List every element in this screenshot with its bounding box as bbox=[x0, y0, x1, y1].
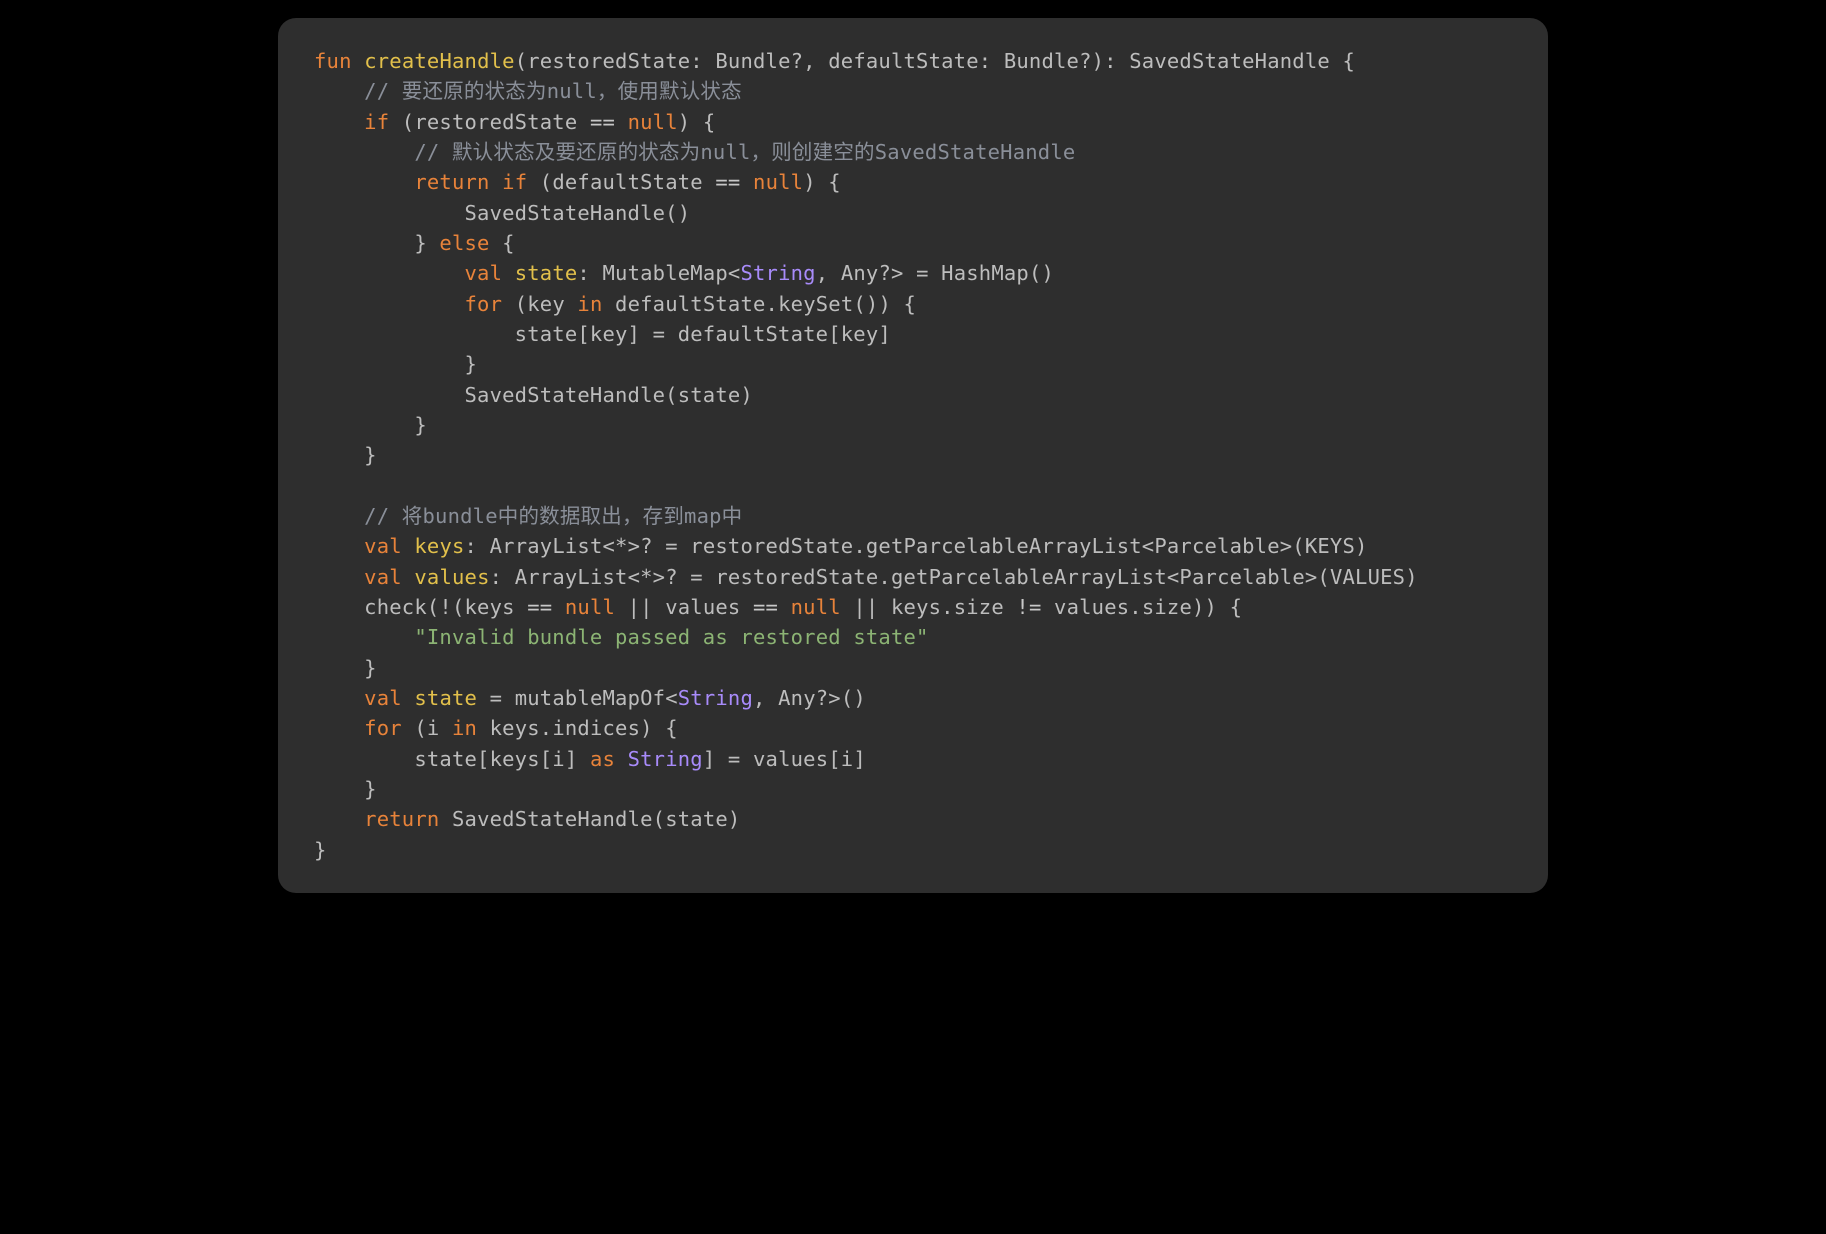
code-token bbox=[615, 110, 628, 134]
code-token: for bbox=[465, 292, 503, 316]
code-token: } bbox=[314, 413, 427, 437]
code-token bbox=[314, 686, 364, 710]
code-token: } bbox=[314, 838, 327, 862]
code-token: val bbox=[364, 565, 402, 589]
code-token bbox=[740, 170, 753, 194]
code-block: fun createHandle(restoredState: Bundle?,… bbox=[278, 18, 1548, 893]
code-token bbox=[490, 170, 503, 194]
code-token bbox=[314, 292, 465, 316]
code-token: = mutableMapOf< bbox=[477, 686, 678, 710]
code-token bbox=[352, 49, 365, 73]
code-token: || values bbox=[615, 595, 753, 619]
code-token: check(!(keys bbox=[314, 595, 527, 619]
code-token: SavedStateHandle(state) bbox=[314, 383, 753, 407]
code-token: == bbox=[753, 595, 778, 619]
code-token: == bbox=[715, 170, 740, 194]
code-token: return bbox=[364, 807, 439, 831]
code-token: values bbox=[414, 565, 489, 589]
code-token bbox=[314, 140, 414, 164]
code-token bbox=[502, 261, 515, 285]
code-token bbox=[314, 625, 414, 649]
code-token bbox=[314, 807, 364, 831]
code-token: , Any?>() bbox=[753, 686, 866, 710]
code-token: keys bbox=[414, 534, 464, 558]
code-token bbox=[402, 686, 415, 710]
code-token: (restoredState: Bundle?, defaultState: B… bbox=[515, 49, 1355, 73]
code-token: val bbox=[364, 534, 402, 558]
code-token: : ArrayList<*>? = restoredState.getParce… bbox=[465, 534, 1368, 558]
code-token: ) { bbox=[803, 170, 841, 194]
code-token: null bbox=[791, 595, 841, 619]
code-token: // 默认状态及要还原的状态为null，则创建空的SavedStateHandl… bbox=[414, 140, 1075, 164]
code-token: val bbox=[364, 686, 402, 710]
code-token bbox=[314, 565, 364, 589]
code-token bbox=[314, 716, 364, 740]
code-token: in bbox=[577, 292, 602, 316]
code-token: else bbox=[439, 231, 489, 255]
code-token: state[keys[i] bbox=[314, 747, 590, 771]
code-token: val bbox=[465, 261, 503, 285]
code-token: for bbox=[364, 716, 402, 740]
code-token bbox=[314, 261, 465, 285]
code-token bbox=[778, 595, 791, 619]
code-token: == bbox=[590, 110, 615, 134]
code-token: String bbox=[740, 261, 815, 285]
code-token: String bbox=[678, 686, 753, 710]
code-token: createHandle bbox=[364, 49, 515, 73]
code-token bbox=[314, 504, 364, 528]
code-token: SavedStateHandle() bbox=[314, 201, 690, 225]
code-token: , Any?> = HashMap() bbox=[816, 261, 1054, 285]
code-token: defaultState.keySet()) { bbox=[603, 292, 917, 316]
code-token: SavedStateHandle(state) bbox=[439, 807, 740, 831]
code-token: : ArrayList<*>? = restoredState.getParce… bbox=[490, 565, 1418, 589]
code-token: state bbox=[515, 261, 578, 285]
code-content: fun createHandle(restoredState: Bundle?,… bbox=[314, 49, 1418, 862]
code-token: : MutableMap< bbox=[577, 261, 740, 285]
code-token: ] = values[i] bbox=[703, 747, 866, 771]
code-token: // 要还原的状态为null，使用默认状态 bbox=[364, 79, 742, 103]
code-token: if bbox=[502, 170, 527, 194]
code-token: null bbox=[753, 170, 803, 194]
code-token: ) { bbox=[678, 110, 716, 134]
code-token bbox=[402, 534, 415, 558]
code-token: state bbox=[414, 686, 477, 710]
code-token: != bbox=[1016, 595, 1041, 619]
code-token: } bbox=[314, 656, 377, 680]
code-token: fun bbox=[314, 49, 352, 73]
code-token: == bbox=[527, 595, 552, 619]
code-token bbox=[314, 170, 414, 194]
code-token bbox=[314, 534, 364, 558]
code-token: (defaultState bbox=[527, 170, 715, 194]
code-token: return bbox=[414, 170, 489, 194]
code-token: null bbox=[565, 595, 615, 619]
code-token: in bbox=[452, 716, 477, 740]
code-token: as bbox=[590, 747, 615, 771]
code-token: (restoredState bbox=[389, 110, 590, 134]
code-token: null bbox=[628, 110, 678, 134]
code-token: } bbox=[314, 352, 477, 376]
code-token bbox=[314, 110, 364, 134]
code-token bbox=[314, 79, 364, 103]
code-token: if bbox=[364, 110, 389, 134]
code-token: { bbox=[490, 231, 515, 255]
code-token: // 将bundle中的数据取出，存到map中 bbox=[364, 504, 742, 528]
code-token: (i bbox=[402, 716, 452, 740]
code-token bbox=[615, 747, 628, 771]
code-token: } bbox=[314, 231, 439, 255]
code-token: || keys.size bbox=[841, 595, 1017, 619]
code-token: values.size)) { bbox=[1042, 595, 1243, 619]
code-token: } bbox=[314, 443, 377, 467]
code-token: "Invalid bundle passed as restored state… bbox=[414, 625, 928, 649]
code-token bbox=[402, 565, 415, 589]
code-token bbox=[552, 595, 565, 619]
code-token: (key bbox=[502, 292, 577, 316]
code-token: keys.indices) { bbox=[477, 716, 678, 740]
code-token: } bbox=[314, 777, 377, 801]
code-token: String bbox=[628, 747, 703, 771]
code-token: state[key] = defaultState[key] bbox=[314, 322, 891, 346]
